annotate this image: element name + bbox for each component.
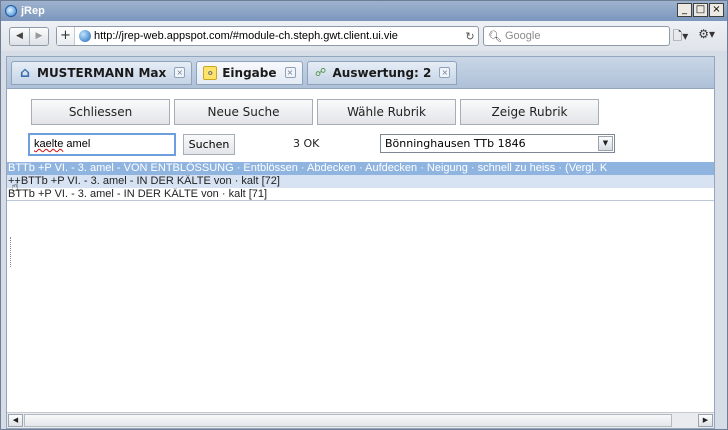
tab-auswertung[interactable]: ☍ Auswertung: 2 × [306,60,458,85]
query-input[interactable]: kaelte amel [28,133,176,156]
reload-icon[interactable]: ↻ [462,30,478,43]
tab-patient[interactable]: ⌂ MUSTERMANN Max × [11,60,193,85]
window-controls: _ □ × [677,3,724,17]
nav-buttons: ◀ ▶ [9,26,49,46]
tab-close-icon[interactable]: × [439,67,451,78]
maximize-button[interactable]: □ [693,3,708,17]
search-placeholder: Google [504,30,541,42]
app-window: jRep _ □ × ◀ ▶ + http://jrep-web.appspot… [0,0,728,430]
results-list: BTTb +P VI. - 3. amel - VON ENTBLÖSSUNG … [7,162,714,201]
tab-eingabe[interactable]: o Eingabe × [196,60,303,85]
show-rubric-button[interactable]: Zeige Rubrik [460,99,599,125]
new-search-button[interactable]: Neue Suche [174,99,313,125]
tab-close-icon[interactable]: × [284,67,296,78]
misspelled-word: kaelte [34,138,64,150]
list-item[interactable]: ++BTTb +P VI. - 3. amel - IN DER KÄLTE v… [7,175,714,188]
content-panel: Schliessen Neue Suche Wähle Rubrik Zeige… [6,88,715,429]
hand-cursor-icon: ☝ [11,180,19,195]
query-rest: amel [63,138,91,150]
gear-icon[interactable]: ⚙▾ [698,27,715,48]
list-item[interactable]: BTTb +P VI. - 3. amel - IN DER KÄLTE von… [7,188,714,201]
page-menu-icon[interactable]: 🗋▾ [673,27,689,48]
app-icon [5,5,17,17]
forward-arrow-icon[interactable]: ▶ [29,27,48,45]
choose-rubric-button[interactable]: Wähle Rubrik [317,99,456,125]
toolbar-right: 🗋▾ ⚙▾ [673,27,715,48]
graph-icon: ☍ [314,66,327,79]
address-bar[interactable]: + http://jrep-web.appspot.com/#module-ch… [56,26,479,46]
home-icon: ⌂ [19,64,31,81]
tab-patient-label: MUSTERMANN Max [37,65,167,80]
add-bookmark-icon[interactable]: + [57,27,75,45]
url-text[interactable]: http://jrep-web.appspot.com/#module-ch.s… [94,30,462,42]
action-buttons: Schliessen Neue Suche Wähle Rubrik Zeige… [31,99,599,125]
close-button[interactable]: × [709,3,724,17]
repertory-value: Bönninghausen TTb 1846 [385,137,526,150]
minimize-button[interactable]: _ [677,3,692,17]
title-bar: jRep _ □ × [1,1,727,21]
repertory-select[interactable]: Bönninghausen TTb 1846 ▼ [380,134,615,153]
tab-auswertung-label: Auswertung: 2 [332,65,432,80]
app-tab-strip: ⌂ MUSTERMANN Max × o Eingabe × ☍ Auswert… [6,56,715,88]
chevron-down-icon[interactable]: ▼ [598,136,613,151]
search-row: kaelte amel Suchen 3 OK Bönninghausen TT… [28,133,718,157]
search-button[interactable]: Suchen [183,134,235,155]
list-item[interactable]: BTTb +P VI. - 3. amel - VON ENTBLÖSSUNG … [7,162,714,175]
back-arrow-icon[interactable]: ◀ [10,27,29,45]
document-icon: o [203,65,218,80]
scroll-right-icon[interactable]: ▶ [698,414,713,427]
tab-eingabe-label: Eingabe [222,65,277,80]
browser-toolbar: ◀ ▶ + http://jrep-web.appspot.com/#modul… [1,21,727,51]
search-icon: 🔍︎ [488,29,502,43]
window-title: jRep [21,5,45,17]
scroll-left-icon[interactable]: ◀ [8,414,23,427]
horizontal-scrollbar[interactable]: ◀ ▶ [7,412,714,428]
site-globe-icon [79,30,91,42]
browser-search-field[interactable]: 🔍︎ Google [483,26,670,46]
tab-close-icon[interactable]: × [174,67,186,78]
scrollbar-thumb[interactable] [24,414,672,427]
close-rubric-button[interactable]: Schliessen [31,99,170,125]
result-count: 3 OK [293,137,320,150]
splitter-handle[interactable] [10,237,12,267]
